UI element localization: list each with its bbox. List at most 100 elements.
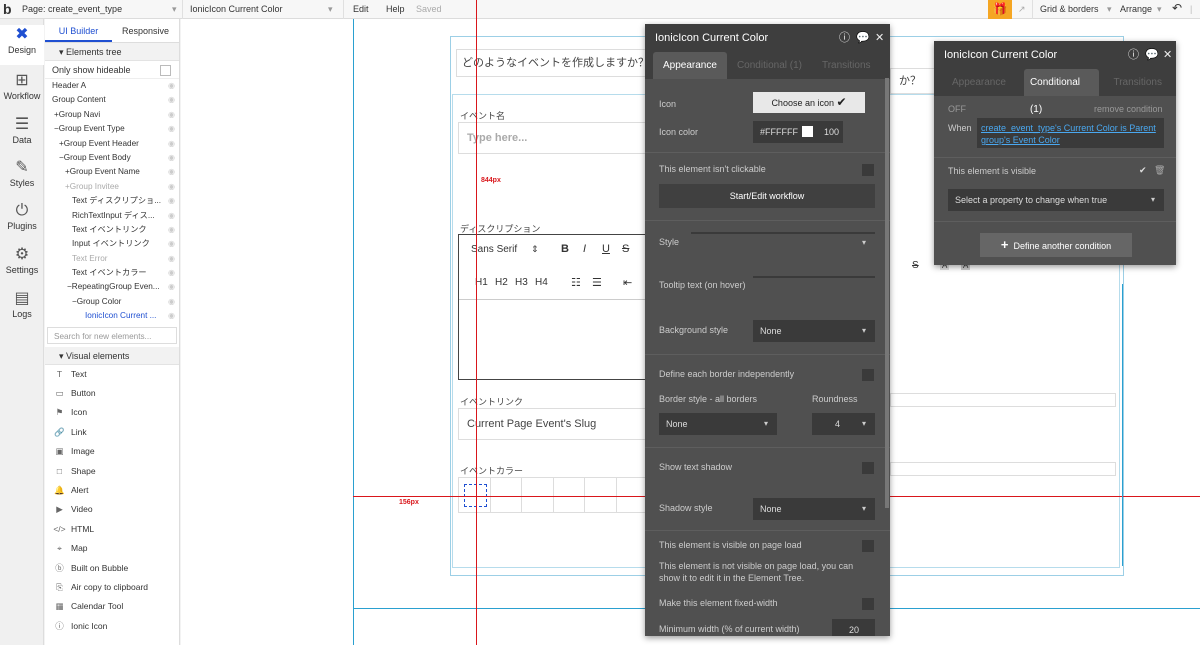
bullet-list-icon[interactable]: ☰ [592, 276, 602, 289]
visible-load-checkbox[interactable] [862, 540, 874, 552]
tree-item[interactable]: Header A ◉ [45, 79, 179, 93]
eye-icon[interactable]: ◉ [168, 252, 175, 266]
eye-icon[interactable]: ◉ [168, 266, 175, 280]
menu-help[interactable]: Help [386, 4, 405, 14]
visual-element-built-on-bubble[interactable]: ⓑ Built on Bubble [45, 559, 179, 578]
tree-item[interactable]: +Group Invitee ◉ [45, 180, 179, 194]
visual-element-map[interactable]: ⌖ Map [45, 539, 179, 558]
visual-element-text[interactable]: T Text [45, 365, 179, 384]
tree-item[interactable]: −Group Color ◉ [45, 295, 179, 309]
element-selector[interactable]: IonicIcon Current Color [190, 4, 283, 14]
visual-element-button[interactable]: ▭ Button [45, 384, 179, 403]
eye-icon[interactable]: ◉ [168, 93, 175, 107]
color-cell[interactable] [554, 478, 585, 512]
visual-element-image[interactable]: ▣ Image [45, 442, 179, 461]
tree-item[interactable]: RichTextInput ディス... ◉ [45, 209, 179, 223]
eye-icon[interactable]: ◉ [168, 137, 175, 151]
updown-icon[interactable]: ⇕ [531, 244, 539, 255]
trash-icon[interactable]: 🗑 [1154, 165, 1165, 176]
comment-icon[interactable]: 💬 [1145, 41, 1159, 69]
tree-item[interactable]: −Group Event Type ◉ [45, 122, 179, 136]
color-cell[interactable] [585, 478, 617, 512]
chevron-down-icon[interactable]: ▾ [172, 4, 177, 15]
arrange-menu[interactable]: Arrange [1120, 4, 1152, 14]
grid-borders-menu[interactable]: Grid & borders [1040, 4, 1099, 14]
visual-element-calendar[interactable]: ▦ Calendar Tool [45, 597, 179, 616]
chevron-down-icon[interactable]: ▾ [328, 4, 333, 15]
visual-elements-header[interactable]: ▾ Visual elements [45, 346, 179, 365]
rich-text-editor[interactable]: Sans Serif ⇕ B I U S H1 H2 H3 H4 ☷ ☰ ⇤ [458, 234, 648, 380]
nav-workflow[interactable]: ⊞ Workflow [0, 71, 44, 111]
nav-plugins[interactable]: ⏻ Plugins [0, 201, 44, 241]
menu-edit[interactable]: Edit [353, 4, 369, 14]
bubble-logo[interactable]: b [3, 1, 12, 17]
tree-item-selected[interactable]: IonicIcon Current ... ◉ [45, 309, 179, 323]
nav-logs[interactable]: ▤ Logs [0, 289, 44, 329]
close-icon[interactable]: ✕ [875, 24, 884, 52]
condition-expression[interactable]: create_event_type's Current Color is Par… [977, 118, 1164, 148]
shadow-style-dropdown[interactable]: None ▾ [753, 498, 875, 520]
tooltip-input[interactable] [753, 276, 875, 278]
eye-icon[interactable]: ◉ [168, 295, 175, 309]
event-name-input[interactable]: Type here... [458, 122, 648, 154]
visual-element-html[interactable]: </> HTML [45, 520, 179, 539]
tree-item[interactable]: −RepeatingGroup Even... ◉ [45, 280, 179, 294]
choose-icon-button[interactable]: Choose an icon ✔ [753, 92, 865, 113]
panel-header[interactable]: IonicIcon Current Color ⓘ 💬 ✕ [934, 41, 1176, 69]
h4-button[interactable]: H4 [535, 277, 548, 288]
tab-conditional[interactable]: Conditional (1) [1023, 69, 1100, 115]
visual-element-alert[interactable]: 🔔 Alert [45, 481, 179, 500]
comment-icon[interactable]: 💬 [856, 24, 870, 52]
tree-item[interactable]: Input イベントリンク ◉ [45, 237, 179, 251]
eye-icon[interactable]: ◉ [168, 108, 175, 122]
question-text-overflow[interactable]: か？ [890, 68, 935, 94]
nav-data[interactable]: ☰ Data [0, 115, 44, 155]
tab-transitions[interactable]: Transitions [1099, 69, 1176, 96]
indent-icon[interactable]: ⇤ [623, 276, 632, 289]
tree-item[interactable]: +Group Event Header ◉ [45, 137, 179, 151]
not-clickable-checkbox[interactable] [862, 164, 874, 176]
tab-transitions[interactable]: Transitions [812, 52, 881, 79]
underline-button[interactable]: U [602, 243, 610, 255]
remove-condition-link[interactable]: remove condition [1094, 104, 1163, 114]
nav-settings[interactable]: ⚙ Settings [0, 245, 44, 285]
tree-item[interactable]: Text Error ◉ [45, 252, 179, 266]
tree-item[interactable]: Text ディスクリプショ... ◉ [45, 194, 179, 208]
visual-element-air-copy[interactable]: ⎘ Air copy to clipboard [45, 578, 179, 597]
visual-element-link[interactable]: 🔗 Link [45, 423, 179, 442]
close-icon[interactable]: ✕ [1163, 41, 1172, 69]
tree-item[interactable]: Text イベントカラー ◉ [45, 266, 179, 280]
color-swatch[interactable] [802, 126, 813, 137]
visual-element-shape[interactable]: □ Shape [45, 462, 179, 481]
eye-icon[interactable]: ◉ [168, 237, 175, 251]
panel-scrollbar[interactable] [885, 78, 889, 508]
tab-appearance[interactable]: Appearance [653, 52, 727, 79]
tab-responsive[interactable]: Responsive [112, 19, 179, 42]
page-selector[interactable]: Page: create_event_type [22, 4, 122, 14]
question-text[interactable]: どのようなイベントを作成しますか？ [456, 49, 656, 77]
italic-button[interactable]: I [583, 243, 586, 255]
chevron-down-icon[interactable]: ▾ [1157, 4, 1162, 15]
workflow-button[interactable]: Start/Edit workflow [659, 184, 875, 208]
background-dropdown[interactable]: None ▾ [753, 320, 875, 342]
ordered-list-icon[interactable]: ☷ [571, 276, 581, 289]
eye-icon[interactable]: ◉ [168, 194, 175, 208]
nav-styles[interactable]: ✎ Styles [0, 158, 44, 198]
info-icon[interactable]: ⓘ [1128, 41, 1139, 69]
style-dropdown[interactable]: ▾ [691, 232, 875, 247]
fixed-width-checkbox[interactable] [862, 598, 874, 610]
min-width-input[interactable]: 20 [832, 619, 875, 636]
checkmark-icon[interactable]: ✔ [1139, 165, 1147, 176]
h3-button[interactable]: H3 [515, 277, 528, 288]
roundness-input[interactable]: 4 ▾ [812, 413, 875, 435]
tab-conditional[interactable]: Conditional (1) [727, 52, 812, 79]
strike-icon[interactable]: S [912, 260, 919, 271]
element-search-input[interactable]: Search for new elements... [47, 326, 177, 344]
opacity-value[interactable]: 100 [824, 122, 839, 142]
tab-appearance[interactable]: Appearance [934, 69, 1024, 96]
tree-item[interactable]: −Group Event Body ◉ [45, 151, 179, 165]
eye-icon[interactable]: ◉ [168, 309, 175, 323]
text-shadow-checkbox[interactable] [862, 462, 874, 474]
chevron-down-icon[interactable]: ▾ [1107, 4, 1112, 15]
gift-icon[interactable]: 🎁 [988, 0, 1012, 19]
